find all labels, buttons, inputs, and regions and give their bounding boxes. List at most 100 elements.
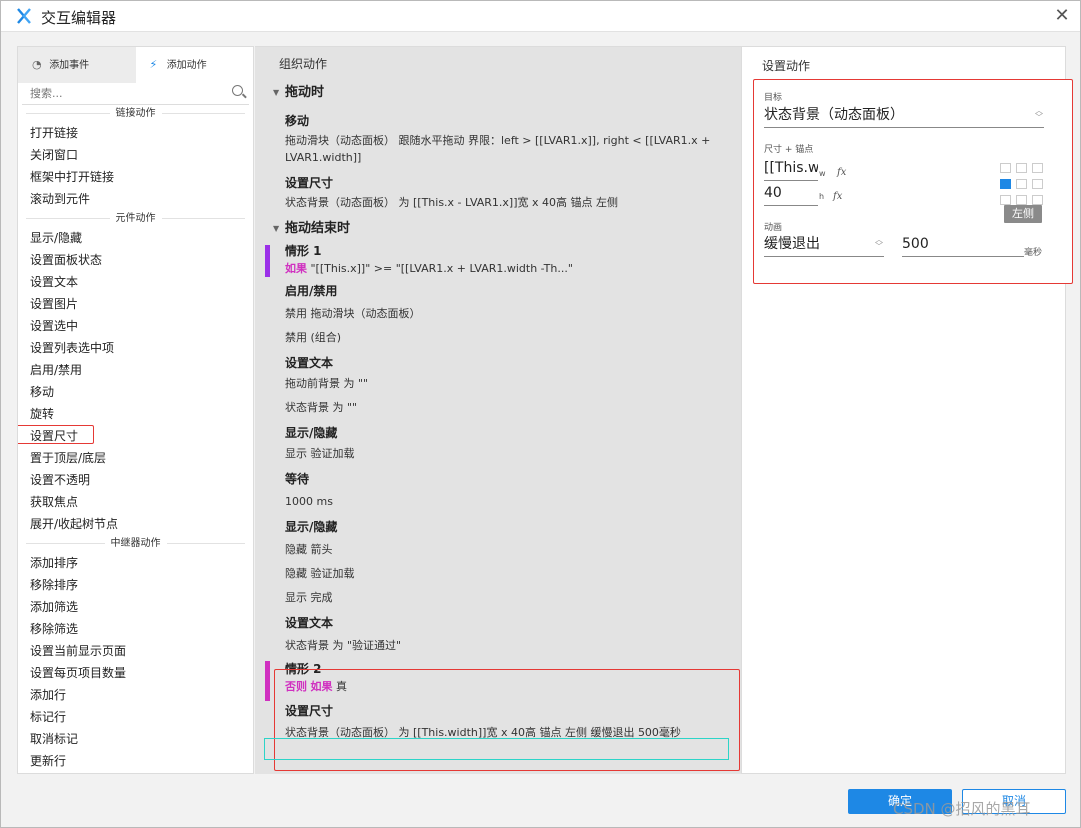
action-line[interactable]: 状态背景 为 "验证通过" [255,634,741,658]
list-item[interactable]: 获取焦点 [18,491,253,513]
event-label: 拖动结束时 [285,221,351,236]
panel-title: 设置动作 [762,59,811,73]
animation-select[interactable]: 缓慢退出 ︿ ﹀ [764,233,884,257]
height-unit: h [819,192,825,201]
target-select[interactable]: 状态背景（动态面板） ︿ ﹀ [764,104,1044,128]
action-title[interactable]: 显示/隐藏 [255,420,741,442]
action-title[interactable]: 移动 [255,111,741,132]
search-icon[interactable] [232,85,243,96]
anchor-left[interactable] [1000,179,1011,189]
action-line[interactable]: 隐藏 验证加载 [255,562,741,586]
anchor-right[interactable] [1032,179,1043,189]
action-line[interactable]: 禁用 (组合) [255,326,741,350]
list-item[interactable]: 更新行 [18,750,253,772]
anchor-center[interactable] [1016,179,1027,189]
list-item[interactable]: 添加排序 [18,552,253,574]
action-title[interactable]: 显示/隐藏 [255,514,741,538]
list-item[interactable]: 添加筛选 [18,596,253,618]
list-item[interactable]: 设置不透明 [18,469,253,491]
event-icon: ◔ [32,58,42,71]
width-input[interactable]: [[This.wi [764,157,818,181]
anchor-top[interactable] [1016,163,1027,173]
size-anchor-label: 尺寸 + 锚点 [764,145,814,155]
height-input[interactable]: 40 [764,182,818,206]
anchor-bottom-left[interactable] [1000,195,1011,205]
list-item[interactable]: 显示/隐藏 [18,227,253,249]
case-color-bar [265,661,270,701]
list-item[interactable]: 移除筛选 [18,618,253,640]
search-input[interactable] [22,83,222,103]
list-item[interactable]: 添加行 [18,684,253,706]
action-title[interactable]: 设置文本 [255,350,741,372]
select-arrows-icon: ︿ ﹀ [875,235,883,251]
list-item[interactable]: 设置图片 [18,293,253,315]
action-desc[interactable]: 状态背景（动态面板） 为 [[This.x - LVAR1.x]]宽 x 40高… [255,194,741,211]
list-item[interactable]: 标记行 [18,706,253,728]
section-header: 中继器动作 [18,535,253,552]
highlight-box [18,425,94,444]
list-item-set-size[interactable]: 设置尺寸 [18,425,253,447]
target-label: 目标 [764,93,783,103]
list-item[interactable]: 关闭窗口 [18,144,253,166]
action-line[interactable]: 显示 完成 [255,586,741,610]
list-item[interactable]: 移动 [18,381,253,403]
action-line[interactable]: 状态背景 为 "" [255,396,741,420]
list-item[interactable]: 取消标记 [18,728,253,750]
list-item[interactable]: 展开/收起树节点 [18,513,253,535]
action-desc[interactable]: 拖动滑块（动态面板） 跟随水平拖动 界限：left > [[LVAR1.x]],… [255,132,741,166]
list-item[interactable]: 设置选中 [18,315,253,337]
action-line[interactable]: 拖动前背景 为 "" [255,372,741,396]
close-icon[interactable]: ✕ [1052,5,1072,26]
case-color-bar [265,245,270,277]
list-item[interactable]: 设置列表选中项 [18,337,253,359]
anchor-top-left[interactable] [1000,163,1011,173]
interaction-editor-window: 交互编辑器 ✕ ◔ 添加事件 ⚡ 添加动作 链接动作 打开链接 关闭窗口 框架中… [0,0,1081,828]
target-value: 状态背景（动态面板） [764,107,904,123]
tab-add-action[interactable]: ⚡ 添加动作 [135,47,253,83]
case-1[interactable]: 情形 1 如果 "[[This.x]]" >= "[[LVAR1.x + LVA… [255,243,741,277]
fx-height-icon[interactable]: fx [833,191,842,202]
duration-unit: 毫秒 [1024,248,1043,258]
settings-highlight-box: 目标 状态背景（动态面板） ︿ ﹀ 尺寸 + 锚点 [[This.wi w fx … [753,79,1073,284]
event-label: 拖动时 [285,85,325,100]
list-item[interactable]: 启用/禁用 [18,359,253,381]
list-item[interactable]: 设置文本 [18,271,253,293]
section-header: 元件动作 [18,210,253,227]
action-line[interactable]: 隐藏 箭头 [255,538,741,562]
list-item[interactable]: 设置每页项目数量 [18,662,253,684]
action-line[interactable]: 1000 ms [255,490,741,514]
watermark: CSDN @招风的黑耳 [893,800,1031,818]
list-item[interactable]: 滚动到元件 [18,188,253,210]
action-line[interactable]: 禁用 拖动滑块（动态面板） [255,302,741,326]
fx-width-icon[interactable]: fx [837,167,846,178]
action-title[interactable]: 设置文本 [255,610,741,634]
collapse-triangle-icon[interactable]: ▼ [273,218,279,240]
action-title[interactable]: 等待 [255,466,741,490]
title-bar: 交互编辑器 ✕ [1,1,1080,32]
section-header: 链接动作 [18,105,253,122]
tab-add-event[interactable]: ◔ 添加事件 [18,47,136,83]
event-drag-end[interactable]: ▼ 拖动结束时 [255,218,741,240]
panel-title: 组织动作 [279,57,328,71]
anchor-bottom-right[interactable] [1032,195,1043,205]
app-logo-icon [16,7,32,25]
action-title[interactable]: 启用/禁用 [255,281,741,302]
list-item[interactable]: 移除排序 [18,574,253,596]
list-item[interactable]: 旋转 [18,403,253,425]
list-item[interactable]: 设置当前显示页面 [18,640,253,662]
list-item[interactable]: 框架中打开链接 [18,166,253,188]
action-title[interactable]: 设置尺寸 [255,173,741,194]
organize-actions-panel: 组织动作 ▼ 拖动时 移动 拖动滑块（动态面板） 跟随水平拖动 界限：left … [255,46,741,774]
list-item[interactable]: 置于顶层/底层 [18,447,253,469]
duration-input[interactable]: 500 [902,233,1024,257]
action-settings-panel: 设置动作 目标 状态背景（动态面板） ︿ ﹀ 尺寸 + 锚点 [[This.wi … [741,46,1073,774]
collapse-triangle-icon[interactable]: ▼ [273,82,279,104]
anchor-bottom[interactable] [1016,195,1027,205]
event-drag[interactable]: ▼ 拖动时 [255,82,741,104]
anchor-top-right[interactable] [1032,163,1043,173]
list-item[interactable]: 设置面板状态 [18,249,253,271]
case-condition: 如果 "[[This.x]]" >= "[[LVAR1.x + LVAR1.wi… [285,262,573,275]
action-library-panel: ◔ 添加事件 ⚡ 添加动作 链接动作 打开链接 关闭窗口 框架中打开链接 滚动到… [17,46,254,774]
list-item[interactable]: 打开链接 [18,122,253,144]
action-line[interactable]: 显示 验证加载 [255,442,741,466]
